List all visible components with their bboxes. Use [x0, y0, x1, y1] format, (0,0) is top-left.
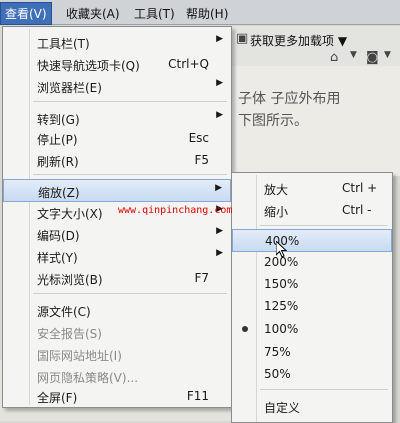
zoom-200-item[interactable]: 200% [232, 251, 392, 273]
menu-item-label: 放大 [264, 183, 289, 197]
zoom-400-item[interactable]: 400% [232, 229, 392, 252]
view-menu: 工具栏(T) ▶ 快速导航选项卡(Q) Ctrl+Q 浏览器栏(E) ▶ 转到(… [2, 26, 232, 408]
zoom-custom-item[interactable]: 自定义 [232, 395, 392, 417]
addon-icon: ▣ [236, 31, 249, 46]
menu-item-label: 转到(G) [37, 113, 80, 127]
menu-item-label: 150% [264, 277, 299, 291]
menu-item-shortcut: F11 [186, 389, 209, 403]
page-text-line: 下图所示。 [238, 113, 308, 129]
menu-item-label: 网页隐私策略(V)... [37, 371, 139, 385]
menu-item-label: 刷新(R) [37, 155, 79, 169]
menu-item-encoding[interactable]: 编码(D) ▶ [3, 223, 231, 245]
chevron-right-icon: ▶ [216, 110, 223, 120]
zoom-75-item[interactable]: 75% [232, 341, 392, 363]
chevron-right-icon: ▶ [215, 183, 222, 193]
zoom-submenu: 放大 Ctrl + 缩小 Ctrl - 400% 200% 150% 125% … [231, 172, 393, 423]
menu-item-label: 100% [264, 322, 299, 336]
menu-item-label: 125% [264, 299, 299, 313]
menu-favorites[interactable]: 收藏夹(A) [66, 5, 120, 22]
menu-separator [33, 101, 227, 102]
home-icon[interactable]: ⌂ [330, 50, 338, 65]
menu-item-label: 工具栏(T) [37, 37, 90, 51]
menu-item-caret-browsing[interactable]: 光标浏览(B) F7 [3, 267, 231, 289]
menu-item-security-report[interactable]: 安全报告(S) [3, 321, 231, 343]
watermark-text: www.qinpinchang.com [118, 205, 233, 216]
menu-item-label: 缩小 [264, 205, 289, 219]
menu-item-label: 样式(Y) [37, 251, 78, 265]
more-addons-link[interactable]: 获取更多加载项 ▼ [250, 32, 347, 49]
menu-item-label: 国际网站地址(I) [37, 349, 122, 363]
menu-item-label: 缩放(Z) [38, 186, 80, 200]
menu-separator [33, 293, 227, 294]
menu-item-privacy-policy[interactable]: 网页隐私策略(V)... [3, 365, 231, 387]
menu-item-label: 浏览器栏(E) [37, 81, 102, 95]
menu-item-go-to[interactable]: 转到(G) ▶ [3, 107, 231, 129]
chevron-down-icon[interactable]: ▼ [350, 50, 357, 60]
menu-item-shortcut: Ctrl + [342, 181, 378, 195]
menu-item-intl-address[interactable]: 国际网站地址(I) [3, 343, 231, 365]
menu-item-shortcut: Ctrl - [342, 203, 372, 217]
menu-item-label: 50% [264, 367, 291, 381]
chevron-right-icon: ▶ [216, 78, 223, 88]
menu-item-label: 快速导航选项卡(Q) [37, 59, 140, 73]
menu-item-label: 75% [264, 345, 291, 359]
chevron-right-icon: ▶ [216, 248, 223, 258]
menu-item-label: 全屏(F) [37, 391, 78, 405]
menu-item-toolbars[interactable]: 工具栏(T) ▶ [3, 31, 231, 53]
menu-item-shortcut: F7 [194, 271, 209, 285]
menu-item-stop[interactable]: 停止(P) Esc [3, 127, 231, 149]
menu-item-fullscreen[interactable]: 全屏(F) F11 [3, 385, 231, 407]
menu-item-style[interactable]: 样式(Y) ▶ [3, 245, 231, 267]
chevron-down-icon[interactable]: ▼ [384, 50, 391, 60]
menu-item-source[interactable]: 源文件(C) [3, 299, 231, 321]
menu-item-zoom[interactable]: 缩放(Z) ▶ [3, 179, 231, 202]
menu-item-explorer-bars[interactable]: 浏览器栏(E) ▶ [3, 75, 231, 97]
chevron-right-icon: ▶ [216, 34, 223, 44]
menu-item-shortcut: F5 [194, 153, 209, 167]
zoom-50-item[interactable]: 50% [232, 363, 392, 385]
menu-item-label: 自定义 [264, 401, 301, 415]
menu-item-label: 光标浏览(B) [37, 273, 103, 287]
menu-view[interactable]: 查看(V) [0, 2, 52, 25]
menu-item-refresh[interactable]: 刷新(R) F5 [3, 149, 231, 171]
page-text-line: 子体 子应外布用 [238, 91, 341, 107]
menu-separator [33, 174, 227, 175]
zoom-in-item[interactable]: 放大 Ctrl + [232, 177, 392, 199]
menu-separator [260, 225, 388, 226]
zoom-out-item[interactable]: 缩小 Ctrl - [232, 199, 392, 221]
menu-help[interactable]: 帮助(H) [186, 5, 228, 22]
menu-item-shortcut: Ctrl+Q [168, 57, 209, 71]
menu-tools[interactable]: 工具(T) [134, 5, 175, 22]
zoom-100-item[interactable]: 100% [232, 318, 392, 340]
zoom-125-item[interactable]: 125% [232, 295, 392, 317]
menu-item-label: 文字大小(X) [37, 207, 103, 221]
radio-dot-icon [242, 326, 248, 332]
zoom-150-item[interactable]: 150% [232, 273, 392, 295]
menu-item-label: 源文件(C) [37, 305, 91, 319]
menu-item-label: 安全报告(S) [37, 327, 102, 341]
menu-item-label: 停止(P) [37, 133, 78, 147]
menu-item-shortcut: Esc [188, 131, 209, 145]
chevron-right-icon: ▶ [216, 226, 223, 236]
browser-toolbar: ▣ 获取更多加载项 ▼ ⌂ ▼ ◙ ▼ [232, 26, 400, 67]
menu-item-quick-tabs[interactable]: 快速导航选项卡(Q) Ctrl+Q [3, 53, 231, 75]
page-content: 子体 子应外布用 下图所示。 [232, 66, 400, 176]
menu-item-label: 编码(D) [37, 229, 80, 243]
rss-icon[interactable]: ◙ [366, 50, 379, 65]
menu-separator [260, 389, 388, 390]
mouse-cursor-icon [275, 239, 288, 263]
menu-bar: 查看(V) 收藏夹(A) 工具(T) 帮助(H) [0, 0, 400, 25]
